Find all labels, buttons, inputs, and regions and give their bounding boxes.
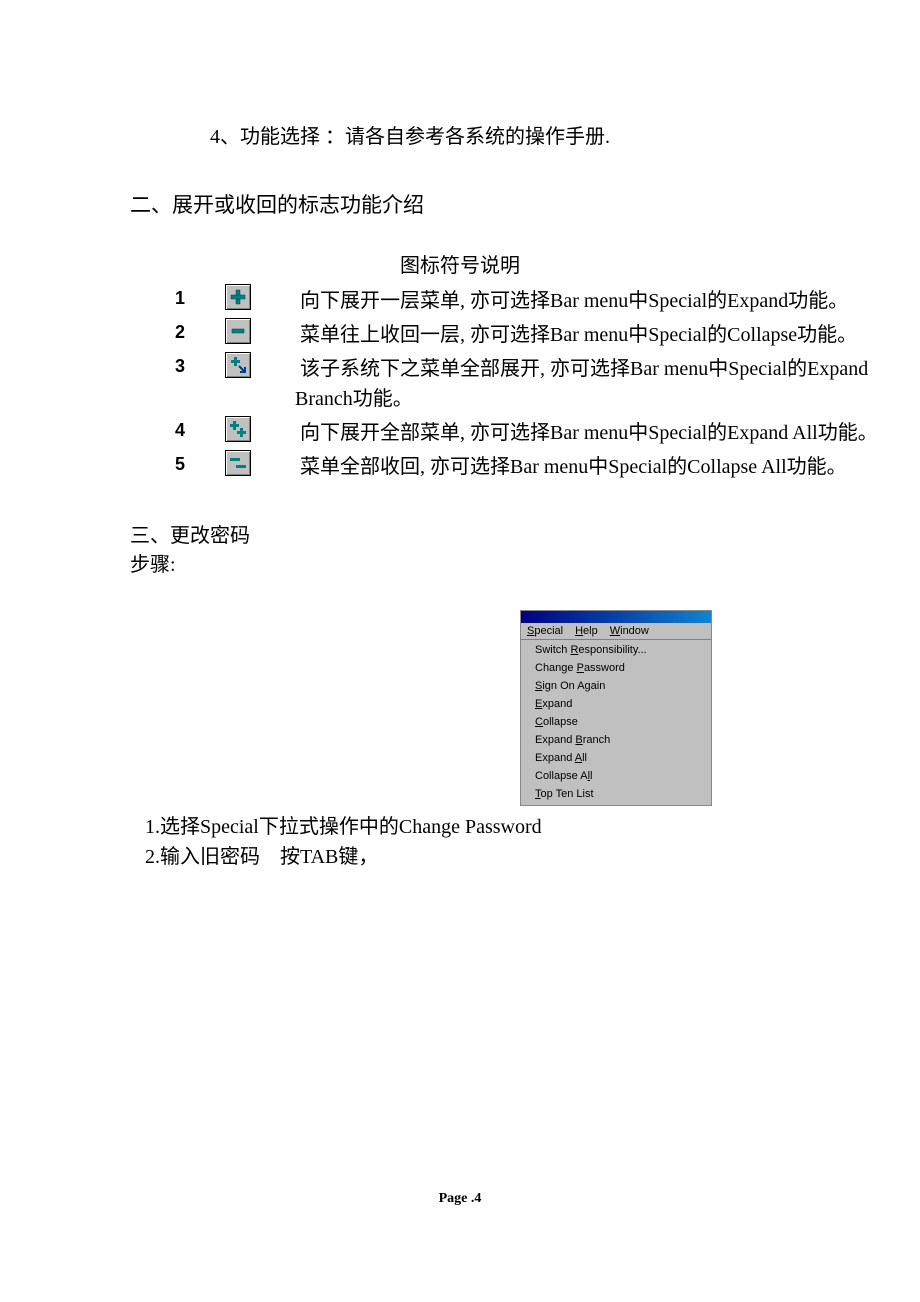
menu-item-change-password[interactable]: Change Password bbox=[521, 660, 711, 678]
icon-cell bbox=[225, 352, 295, 384]
icon-row: 4 向下展开全部菜单, 亦可选择Bar menu中Special的Expand … bbox=[175, 416, 915, 448]
icon-cell bbox=[225, 318, 295, 350]
icon-row-number: 4 bbox=[175, 416, 225, 441]
section-3-header: 三、更改密码 bbox=[130, 522, 920, 551]
step-1: 1.选择Special下拉式操作中的Change Password bbox=[145, 812, 920, 842]
menu-item-top-ten-list[interactable]: Top Ten List bbox=[521, 786, 711, 804]
document-page: 4、功能选择 ：请各自参考各系统的操作手册. 二、展开或收回的标志功能介绍 图标… bbox=[0, 0, 920, 1302]
icon-description: 该子系统下之菜单全部展开, 亦可选择Bar menu中Special的Expan… bbox=[295, 352, 915, 414]
expand-icon[interactable] bbox=[225, 284, 251, 310]
menu-bar: Special Help Window bbox=[521, 623, 711, 640]
icon-row: 5 菜单全部收回, 亦可选择Bar menu中Special的Collapse … bbox=[175, 450, 915, 482]
dropdown-menu: Switch Responsibility... Change Password… bbox=[521, 640, 711, 805]
collapse-icon[interactable] bbox=[225, 318, 251, 344]
icon-row: 3 该子系统下之菜单全部展开, 亦可选择Bar menu中Special的Exp… bbox=[175, 352, 915, 414]
icon-cell bbox=[225, 416, 295, 448]
section-3: 三、更改密码 步骤: bbox=[130, 522, 920, 580]
steps-list: 1.选择Special下拉式操作中的Change Password 2.输入旧密… bbox=[145, 812, 920, 872]
icon-row-number: 1 bbox=[175, 284, 225, 309]
menu-bar-help[interactable]: Help bbox=[575, 625, 598, 637]
expand-all-icon[interactable] bbox=[225, 416, 251, 442]
menu-item-expand[interactable]: Expand bbox=[521, 696, 711, 714]
step-2: 2.输入旧密码 按TAB键， bbox=[145, 842, 920, 872]
menu-item-collapse-all[interactable]: Collapse All bbox=[521, 768, 711, 786]
menu-bar-special[interactable]: Special bbox=[527, 625, 563, 637]
menu-item-expand-branch[interactable]: Expand Branch bbox=[521, 732, 711, 750]
menu-bar-window[interactable]: Window bbox=[610, 625, 649, 637]
window-titlebar bbox=[521, 611, 711, 623]
icon-row: 2 菜单往上收回一层, 亦可选择Bar menu中Special的Collaps… bbox=[175, 318, 915, 350]
icon-table-caption: 图标符号说明 bbox=[0, 249, 920, 278]
icon-description: 向下展开一层菜单, 亦可选择Bar menu中Special的Expand功能。 bbox=[295, 284, 915, 316]
section-3-subheader: 步骤: bbox=[130, 551, 920, 580]
icon-description: 菜单往上收回一层, 亦可选择Bar menu中Special的Collapse功… bbox=[295, 318, 915, 350]
menu-item-sign-on-again[interactable]: Sign On Again bbox=[521, 678, 711, 696]
icon-table: 1 向下展开一层菜单, 亦可选择Bar menu中Special的Expand功… bbox=[175, 284, 915, 482]
icon-cell bbox=[225, 284, 295, 316]
page-footer: Page .4 bbox=[0, 1191, 920, 1207]
icon-description: 菜单全部收回, 亦可选择Bar menu中Special的Collapse Al… bbox=[295, 450, 915, 482]
expand-branch-icon[interactable] bbox=[225, 352, 251, 378]
menu-item-collapse[interactable]: Collapse bbox=[521, 714, 711, 732]
icon-description: 向下展开全部菜单, 亦可选择Bar menu中Special的Expand Al… bbox=[295, 416, 915, 448]
icon-row-number: 3 bbox=[175, 352, 225, 377]
icon-row: 1 向下展开一层菜单, 亦可选择Bar menu中Special的Expand功… bbox=[175, 284, 915, 316]
icon-cell bbox=[225, 450, 295, 482]
icon-row-number: 2 bbox=[175, 318, 225, 343]
intro-line: 4、功能选择 ：请各自参考各系统的操作手册. bbox=[210, 120, 920, 149]
menu-item-switch-responsibility[interactable]: Switch Responsibility... bbox=[521, 642, 711, 660]
menu-item-expand-all[interactable]: Expand All bbox=[521, 750, 711, 768]
icon-row-number: 5 bbox=[175, 450, 225, 475]
menu-screenshot: Special Help Window Switch Responsibilit… bbox=[520, 610, 712, 806]
section-2-header: 二、展开或收回的标志功能介绍 bbox=[130, 189, 920, 219]
collapse-all-icon[interactable] bbox=[225, 450, 251, 476]
